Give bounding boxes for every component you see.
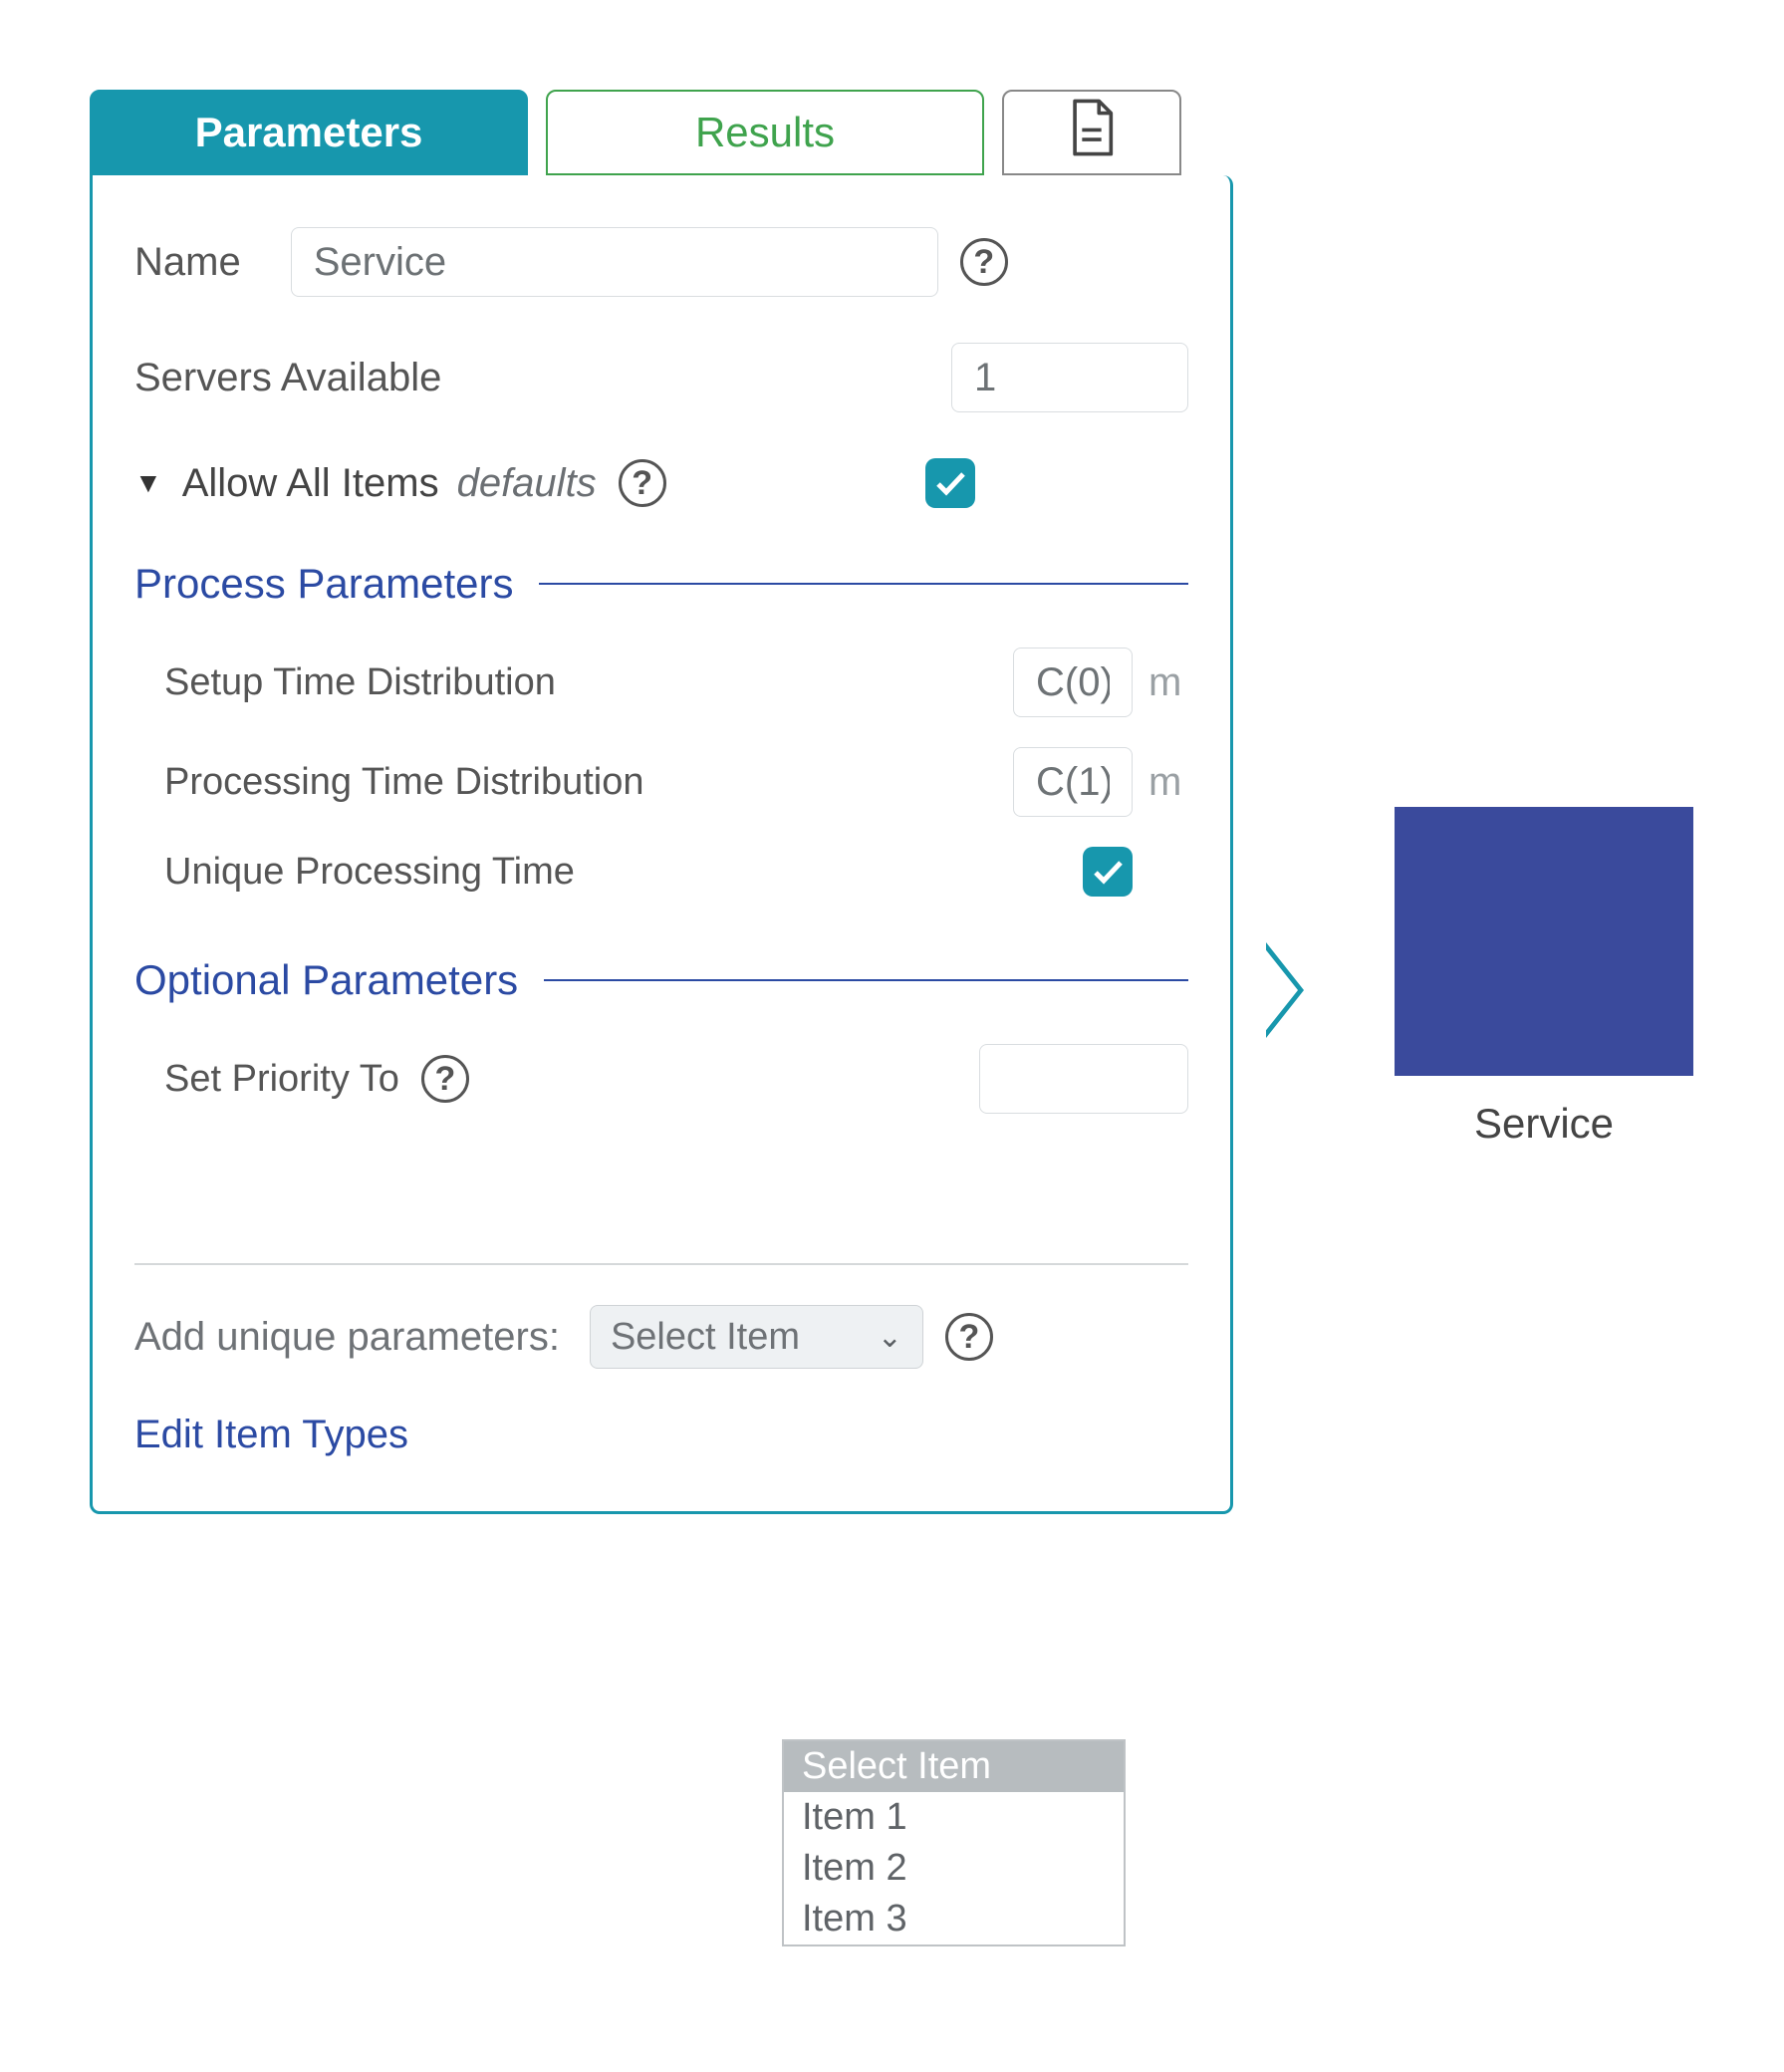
set-priority-input[interactable] <box>979 1044 1188 1114</box>
select-item-dropdown-list: Select Item Item 1 Item 2 Item 3 <box>782 1739 1126 1946</box>
parameters-panel: Name ? Servers Available ▼ Allow All Ite… <box>90 175 1233 1514</box>
process-parameters-header: Process Parameters <box>134 560 1188 608</box>
dropdown-option[interactable]: Item 3 <box>784 1894 1124 1944</box>
chevron-down-icon: ⌄ <box>878 1320 902 1355</box>
service-node[interactable]: Service <box>1395 807 1693 1148</box>
edit-item-types-link[interactable]: Edit Item Types <box>134 1413 1188 1457</box>
name-input[interactable] <box>291 227 938 297</box>
optional-parameters-title: Optional Parameters <box>134 956 518 1004</box>
section-rule <box>544 979 1188 981</box>
check-icon <box>933 466 967 500</box>
unique-processing-time-label: Unique Processing Time <box>164 851 575 894</box>
dropdown-option[interactable]: Select Item <box>784 1741 1124 1792</box>
check-icon <box>1091 855 1125 889</box>
set-priority-label: Set Priority To <box>164 1058 399 1101</box>
processing-time-label: Processing Time Distribution <box>164 761 644 804</box>
optional-parameters-header: Optional Parameters <box>134 956 1188 1004</box>
tab-bar: Parameters Results <box>90 90 1693 175</box>
name-label: Name <box>134 240 241 285</box>
setup-time-input[interactable] <box>1013 648 1133 717</box>
service-node-caption: Service <box>1395 1100 1693 1148</box>
tab-parameters[interactable]: Parameters <box>90 90 528 175</box>
help-icon[interactable]: ? <box>945 1313 993 1361</box>
select-item-dropdown[interactable]: Select Item ⌄ <box>590 1305 923 1369</box>
chevron-down-icon: ▼ <box>134 467 162 499</box>
allow-all-items-checkbox[interactable] <box>925 458 975 508</box>
help-icon[interactable]: ? <box>619 459 666 507</box>
help-icon[interactable]: ? <box>960 238 1008 286</box>
tab-document[interactable] <box>1002 90 1181 175</box>
servers-available-label: Servers Available <box>134 356 441 400</box>
tab-parameters-label: Parameters <box>195 109 423 156</box>
panel-footer: Add unique parameters: Select Item ⌄ ? E… <box>134 1263 1188 1511</box>
unique-processing-time-checkbox[interactable] <box>1083 847 1133 897</box>
setup-time-label: Setup Time Distribution <box>164 661 556 704</box>
process-parameters-title: Process Parameters <box>134 560 513 608</box>
help-icon[interactable]: ? <box>421 1055 469 1103</box>
dropdown-option[interactable]: Item 1 <box>784 1792 1124 1843</box>
defaults-note: defaults <box>457 461 597 506</box>
setup-time-unit: m <box>1148 660 1188 705</box>
dropdown-option[interactable]: Item 2 <box>784 1843 1124 1894</box>
select-item-placeholder: Select Item <box>611 1316 800 1359</box>
service-node-shape <box>1395 807 1693 1076</box>
processing-time-unit: m <box>1148 760 1188 805</box>
add-unique-parameters-label: Add unique parameters: <box>134 1315 560 1360</box>
tab-results[interactable]: Results <box>546 90 984 175</box>
allow-all-items-label: Allow All Items <box>182 461 439 506</box>
allow-all-items-collapser[interactable]: ▼ Allow All Items defaults ? <box>134 458 1188 508</box>
section-rule <box>539 583 1188 585</box>
document-icon <box>1067 99 1117 166</box>
servers-available-input[interactable] <box>951 343 1188 412</box>
processing-time-input[interactable] <box>1013 747 1133 817</box>
tab-results-label: Results <box>695 109 835 156</box>
